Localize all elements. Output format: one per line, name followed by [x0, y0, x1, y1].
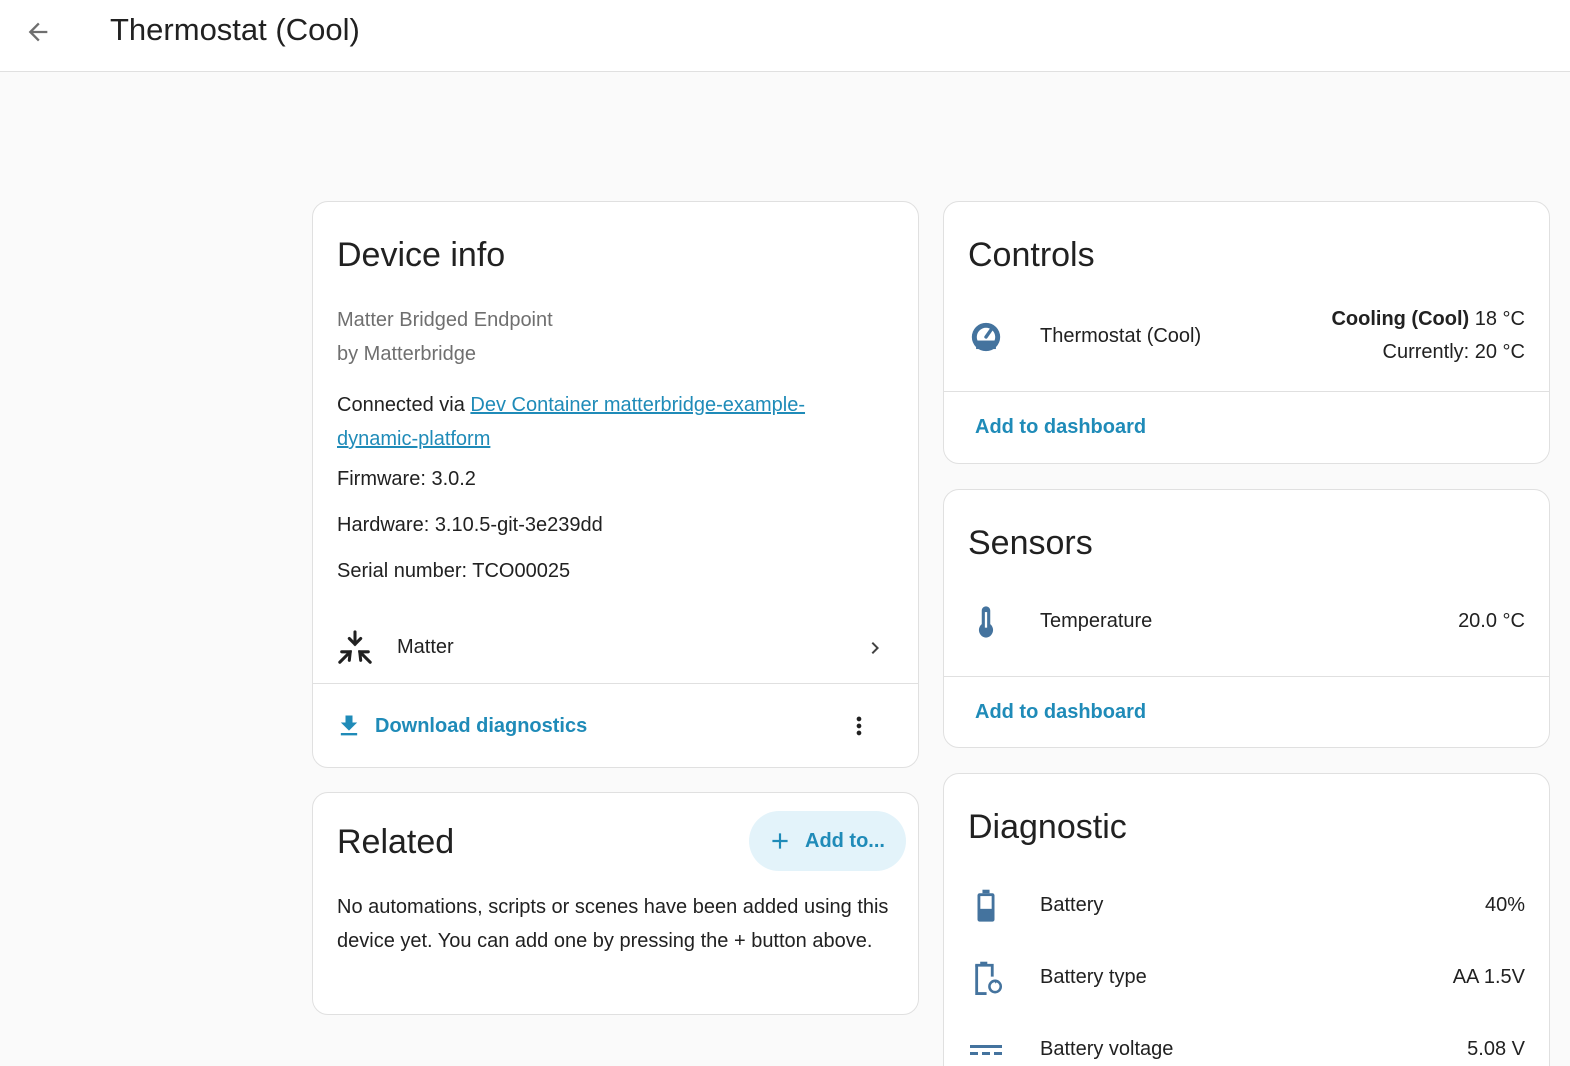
controls-card: Controls Thermostat (Cool) Cooling (Cool… — [943, 201, 1550, 464]
dots-vertical-icon — [856, 716, 862, 736]
connected-via: Connected via Dev Container matterbridge… — [337, 388, 857, 456]
add-to-button[interactable]: Add to... — [749, 811, 906, 871]
temperature-entity-name: Temperature — [1040, 610, 1153, 632]
thermostat-icon — [968, 319, 1004, 355]
sensors-title: Sensors — [968, 524, 1093, 562]
chevron-right-icon — [863, 636, 887, 660]
arrow-left-icon — [28, 22, 48, 42]
device-info-divider — [313, 683, 918, 684]
integration-label: Matter — [397, 636, 454, 658]
download-icon — [340, 715, 358, 736]
battery-type-entity-row[interactable]: Battery type AA 1.5V — [944, 946, 1549, 1010]
integration-row[interactable]: Matter — [313, 614, 918, 682]
thermostat-state: Cooling (Cool) 18 °C — [1331, 308, 1525, 331]
controls-title: Controls — [968, 236, 1095, 274]
download-diagnostics-label: Download diagnostics — [375, 714, 588, 737]
thermostat-target-temp: 18 °C — [1469, 308, 1525, 330]
battery-value: 40% — [1484, 894, 1525, 916]
controls-divider — [944, 391, 1549, 392]
firmware-version: Firmware: 3.0.2 — [337, 468, 476, 490]
device-manufacturer: by Matterbridge — [337, 343, 476, 365]
sensors-add-to-dashboard[interactable]: Add to dashboard — [975, 701, 1146, 724]
thermostat-entity-row[interactable]: Thermostat (Cool) Cooling (Cool) 18 °C C… — [944, 302, 1549, 374]
diagnostic-card: Diagnostic Battery 40% Battery type AA 1… — [943, 773, 1550, 1066]
temperature-value: 20.0 °C — [1458, 610, 1525, 632]
sensors-card: Sensors Temperature 20.0 °C Add to dashb… — [943, 489, 1550, 748]
battery-voltage-value: 5.08 V — [1467, 1038, 1525, 1060]
battery-type-value: AA 1.5V — [1452, 966, 1525, 988]
thermostat-entity-name: Thermostat (Cool) — [1040, 325, 1202, 347]
battery-voltage-entity-name: Battery voltage — [1040, 1038, 1174, 1060]
connected-via-link[interactable]: Dev Container matterbridge-example- — [470, 394, 805, 416]
device-info-title: Device info — [337, 236, 506, 274]
thermostat-current-temp: Currently: 20 °C — [1382, 341, 1526, 363]
battery-voltage-entity-row[interactable]: Battery voltage 5.08 V — [944, 1018, 1549, 1066]
device-model: Matter Bridged Endpoint — [337, 309, 553, 331]
device-info-card: Device info Matter Bridged Endpoint by M… — [312, 201, 919, 768]
add-to-label: Add to... — [805, 829, 885, 852]
sensors-divider — [944, 676, 1549, 677]
hardware-version: Hardware: 3.10.5-git-3e239dd — [337, 514, 603, 536]
thermostat-hvac-action: Cooling (Cool) — [1331, 308, 1470, 330]
battery-icon — [970, 888, 1002, 924]
page-title: Thermostat (Cool) — [110, 12, 360, 47]
back-button[interactable] — [16, 10, 60, 54]
thermometer-icon — [970, 604, 1002, 640]
top-app-bar: Thermostat (Cool) — [0, 0, 1570, 72]
related-empty-text: No automations, scripts or scenes have b… — [337, 896, 889, 952]
plus-icon — [772, 833, 788, 849]
related-card: Related Add to... No automations, script… — [312, 792, 919, 1015]
connected-via-prefix: Connected via — [337, 394, 471, 416]
matter-icon — [335, 628, 375, 668]
related-title: Related — [337, 823, 455, 861]
serial-number: Serial number: TCO00025 — [337, 560, 571, 582]
voltage-dc-icon — [968, 1040, 1004, 1060]
connected-via-link-continued[interactable]: dynamic-platform — [337, 428, 490, 450]
download-diagnostics-button[interactable]: Download diagnostics — [335, 702, 587, 750]
temperature-entity-row[interactable]: Temperature 20.0 °C — [944, 590, 1549, 654]
diagnostic-title: Diagnostic — [968, 808, 1127, 846]
battery-entity-name: Battery — [1040, 894, 1104, 916]
battery-type-entity-name: Battery type — [1040, 966, 1147, 988]
more-options-button[interactable] — [835, 702, 883, 750]
battery-entity-row[interactable]: Battery 40% — [944, 874, 1549, 938]
battery-sync-icon — [970, 960, 1006, 996]
controls-add-to-dashboard[interactable]: Add to dashboard — [975, 416, 1146, 439]
